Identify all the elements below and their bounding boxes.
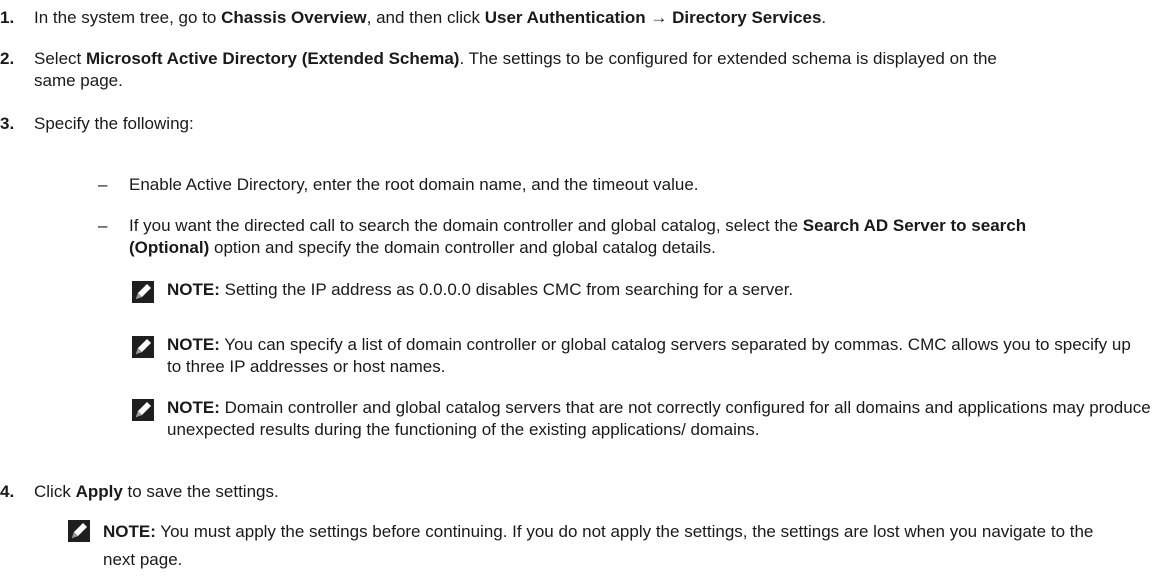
step-number: 2. (0, 49, 15, 68)
note-label: NOTE: (167, 280, 220, 299)
note-body: Domain controller and global catalog ser… (167, 398, 1151, 439)
step-text: Click Apply to save the settings. (34, 481, 1140, 503)
text-run: option and specify the domain controller… (209, 238, 716, 257)
text-run: , and then click (366, 8, 485, 27)
text-run: Click (34, 482, 76, 501)
text-run: Enable Active Directory, enter the root … (129, 175, 699, 194)
text-run: In the system tree, go to (34, 8, 222, 27)
note-text: NOTE: Setting the IP address as 0.0.0.0 … (167, 279, 1132, 301)
step-text: Select Microsoft Active Directory (Exten… (34, 48, 1004, 92)
note-text: NOTE: You can specify a list of domain c… (167, 334, 1132, 378)
note-label: NOTE: (103, 522, 156, 541)
ui-term: User Authentication → Directory Services (484, 8, 822, 27)
text-run: Specify the following: (34, 114, 194, 133)
step-text: Specify the following: (34, 113, 1140, 135)
note-body: Setting the IP address as 0.0.0.0 disabl… (219, 280, 794, 299)
note-body: You must apply the settings before conti… (103, 522, 1094, 569)
step-number: 3. (0, 114, 15, 133)
step-text: In the system tree, go to Chassis Overvi… (34, 7, 1140, 29)
procedure-document: 1. In the system tree, go to Chassis Ove… (0, 0, 1155, 587)
note-text: NOTE: Domain controller and global catal… (167, 397, 1152, 441)
text-run: Select (34, 49, 86, 68)
note-body: You can specify a list of domain control… (167, 335, 1131, 376)
dash-bullet: – (98, 175, 108, 194)
ui-term: Chassis Overview (221, 8, 367, 27)
text-run: If you want the directed call to search … (129, 216, 803, 235)
note-label: NOTE: (167, 398, 220, 417)
step-number: 4. (0, 482, 15, 501)
dash-bullet: – (98, 216, 108, 235)
ui-term: Microsoft Active Directory (Extended Sch… (85, 49, 460, 68)
ui-term: Apply (75, 482, 123, 501)
pencil-note-icon (132, 336, 154, 358)
pencil-note-icon (132, 281, 154, 303)
sub-item-text: If you want the directed call to search … (129, 215, 1109, 259)
pencil-note-icon (132, 399, 154, 421)
sub-item-text: Enable Active Directory, enter the root … (129, 174, 1128, 196)
note-text: NOTE: You must apply the settings before… (103, 518, 1103, 574)
text-run: . (821, 8, 827, 27)
text-run: to save the settings. (122, 482, 279, 501)
note-label: NOTE: (167, 335, 220, 354)
pencil-note-icon (68, 520, 90, 542)
step-number: 1. (0, 8, 15, 27)
